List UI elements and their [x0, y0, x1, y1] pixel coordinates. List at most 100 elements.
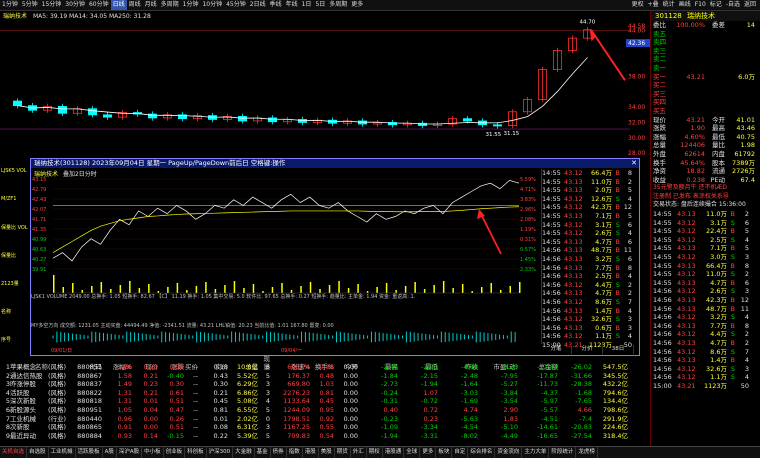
status-tab[interactable]: 自选股 [27, 447, 49, 458]
table-cell: 0.23 [143, 363, 158, 371]
status-tab[interactable]: 港股 [303, 447, 319, 458]
status-tab[interactable]: 期权 [367, 447, 383, 458]
table-cell: 0.95 [319, 405, 334, 414]
status-tab[interactable]: 综合排名 [468, 447, 496, 458]
status-tab[interactable]: 主力大单 [522, 447, 550, 458]
period-tab[interactable]: 15分钟 [40, 0, 64, 10]
status-tab[interactable]: 全球 [404, 447, 421, 458]
table-cell: -2.93 [421, 363, 438, 371]
status-tab[interactable]: 更多 [420, 447, 437, 458]
table-body[interactable]: 1苹果概念 (风格) 880851 1.66 0.23 0.58 -- 0.18 10.8亿 6 6… [0, 363, 650, 440]
toolbar-item[interactable]: 返回 [742, 0, 758, 10]
status-tab[interactable]: 阶段统计 [549, 447, 577, 458]
table-row[interactable]: 6新股源头 (风格) 880951 1.05 0.04 0.47 -- 0.81 6.55亿 5 1… [0, 406, 650, 415]
status-tab[interactable]: 港股通 [383, 447, 405, 458]
table-row[interactable]: 8次新股 (风格) 880865 0.91 0.00 0.51 -- 0.08 6.31亿 3 11… [0, 423, 650, 432]
status-tab[interactable]: 指数 [287, 447, 303, 458]
status-tab[interactable]: 基金 [255, 447, 271, 458]
table-row[interactable]: 4活跃股 (风格) 880822 1.31 0.21 0.61 -- 0.21 6.86亿 3 22… [0, 389, 650, 398]
table-cell: 6.29亿 [237, 380, 258, 389]
status-tab[interactable]: A股 [103, 447, 117, 458]
period-tab[interactable]: 多周期 [159, 0, 181, 10]
toolbar-item[interactable]: 标记 [708, 0, 724, 10]
toolbar-item[interactable]: 更权 [630, 0, 646, 10]
period-tab[interactable]: 季线 [268, 0, 284, 10]
period-tab[interactable]: 1分钟 [181, 0, 201, 10]
period-tab[interactable]: 5日 [313, 0, 327, 10]
status-tab[interactable]: 深沪A股 [117, 447, 143, 458]
table-row[interactable]: 2通达信热股 (风格) 880867 1.58 0.21 -0.40 -- 0.43 5.52亿… [0, 372, 650, 381]
status-tab[interactable]: 中小板 [142, 447, 164, 458]
status-tab[interactable]: 资金流向 [495, 447, 523, 458]
status-tab[interactable]: 板块 [436, 447, 453, 458]
period-tab[interactable]: 1分钟 [0, 0, 20, 10]
intraday-popup[interactable]: 瑞纳技术(301128) 2023年09月04日 星期一 PageUp/Page… [30, 158, 640, 356]
tick-price: 43.13 [564, 306, 583, 315]
period-tab[interactable]: 日线 [110, 0, 127, 10]
table-cell: 6.55亿 [237, 405, 258, 414]
status-tab[interactable]: 大金融 [233, 447, 255, 458]
status-tab[interactable]: 外汇 [351, 447, 367, 458]
right-tick-list[interactable]: 14:55 43.13 11.0万 B 2 14:55 43.12 3.1万 S 6 14:55 43… [651, 210, 760, 390]
intraday-price-label: 40.99 [32, 237, 46, 243]
table-cell: -- [193, 388, 198, 397]
status-tab[interactable]: 活跃股板 [76, 447, 103, 458]
period-tab[interactable]: 5分钟 [20, 0, 40, 10]
mini-label: 序号 [1, 337, 12, 343]
tick-price: 43.12 [677, 373, 696, 382]
period-tab[interactable]: 周线 [127, 0, 143, 10]
tick-time: 14:55 [653, 235, 672, 244]
status-tab[interactable]: 关机自选 [0, 447, 28, 458]
table-cell: 1.07 [423, 388, 438, 397]
table-cell: -- [193, 414, 198, 423]
table-row[interactable]: 3昨涨停股 (风格) 880837 1.49 0.23 0.30 -- 0.30 6.29亿 3 6… [0, 380, 650, 389]
close-icon[interactable]: ✕ [631, 159, 637, 168]
tick-price: 43.21 [677, 381, 696, 390]
status-tab[interactable]: 美股 [319, 447, 335, 458]
status-tab[interactable]: 期货 [335, 447, 351, 458]
period-tab[interactable]: 30分钟 [63, 0, 87, 10]
status-tab[interactable]: 创业板 [164, 447, 186, 458]
table-row[interactable]: 1苹果概念 (风格) 880851 1.66 0.23 0.58 -- 0.18 10.8亿 6 6… [0, 363, 650, 372]
period-tab[interactable]: 45分钟 [224, 0, 248, 10]
tick-tab[interactable]: 分价 [572, 345, 603, 354]
table-cell: 547.5亿 [602, 363, 628, 371]
table-row[interactable]: 5深次新股 (风格) 880818 1.31 0.01 0.51 -- 0.45 5.08亿 4 1… [0, 397, 650, 406]
toolbar-item[interactable]: +叠 [646, 0, 661, 10]
kline-svg[interactable]: 44.5844.0042.3638.0034.0032.0030.0028.00… [0, 11, 650, 161]
period-tab[interactable]: 多周期 [327, 0, 349, 10]
table-cell: -0.72 [421, 397, 438, 406]
status-tab[interactable]: 自定 [452, 447, 469, 458]
status-tab[interactable]: 沪深300 [207, 447, 234, 458]
period-tab[interactable]: 60分钟 [87, 0, 111, 10]
tick-count: 2 [744, 270, 749, 279]
status-tab[interactable]: 工业机械 [49, 447, 76, 458]
period-tab[interactable]: 2日线 [248, 0, 268, 10]
tick-time: 14:55 [542, 229, 561, 238]
period-tab[interactable]: 月线 [143, 0, 159, 10]
tick-tab[interactable]: 38日 [603, 345, 634, 354]
status-tab[interactable]: 龙虎榜 [576, 447, 598, 458]
period-tab[interactable]: 年线 [284, 0, 300, 10]
toolbar-item[interactable]: 画线 [677, 0, 693, 10]
tick-tab[interactable]: 分笔 [541, 345, 572, 354]
toolbar-item[interactable]: -自选 [724, 0, 742, 10]
sector-table[interactable]: 名称 代码 涨幅% 现价 涨跌买价 卖价 总量现量 涨速% 换手% 今开 最高 最低 昨收 市盈(动) 总金… [0, 355, 650, 443]
right-tick-row: 14:56 43.12 2.6万 S 3 [651, 287, 760, 296]
candle-body [12, 100, 23, 107]
status-tab[interactable]: 债券 [271, 447, 287, 458]
popup-tick-list[interactable]: 14:55 43.12 66.4万 B 8 14:55 43.13 11.0万 B 2 14:55 4… [541, 169, 638, 349]
toolbar-item[interactable]: 统计 [661, 0, 677, 10]
table-cell: 0.23 [423, 414, 438, 423]
table-row[interactable]: 7工业机械 (行业) 880440 0.96 0.00 0.26 -- 0.01 2.02亿 0 1… [0, 415, 650, 424]
period-tab[interactable]: 10分钟 [200, 0, 224, 10]
quote-row: 外盘 62614 内盘 61792 [651, 150, 760, 159]
intraday-pct-label: 5.59% [520, 177, 536, 183]
period-tab[interactable]: 1日 [300, 0, 314, 10]
period-tab[interactable]: 更多 [349, 0, 365, 10]
toolbar-item[interactable]: F10 [693, 0, 708, 10]
tick-volume: 12.6万 [591, 194, 612, 203]
table-row[interactable]: 9最近异动 (风格) 880884 0.93 0.14 -0.15 -- 0.22 5.39亿 5… [0, 432, 650, 441]
status-tab[interactable]: 科创板 [185, 447, 207, 458]
main-kline-chart[interactable]: 瑞纳技术 MA5: 39.19 MA14: 34.05 MA250: 31.28… [0, 11, 650, 161]
